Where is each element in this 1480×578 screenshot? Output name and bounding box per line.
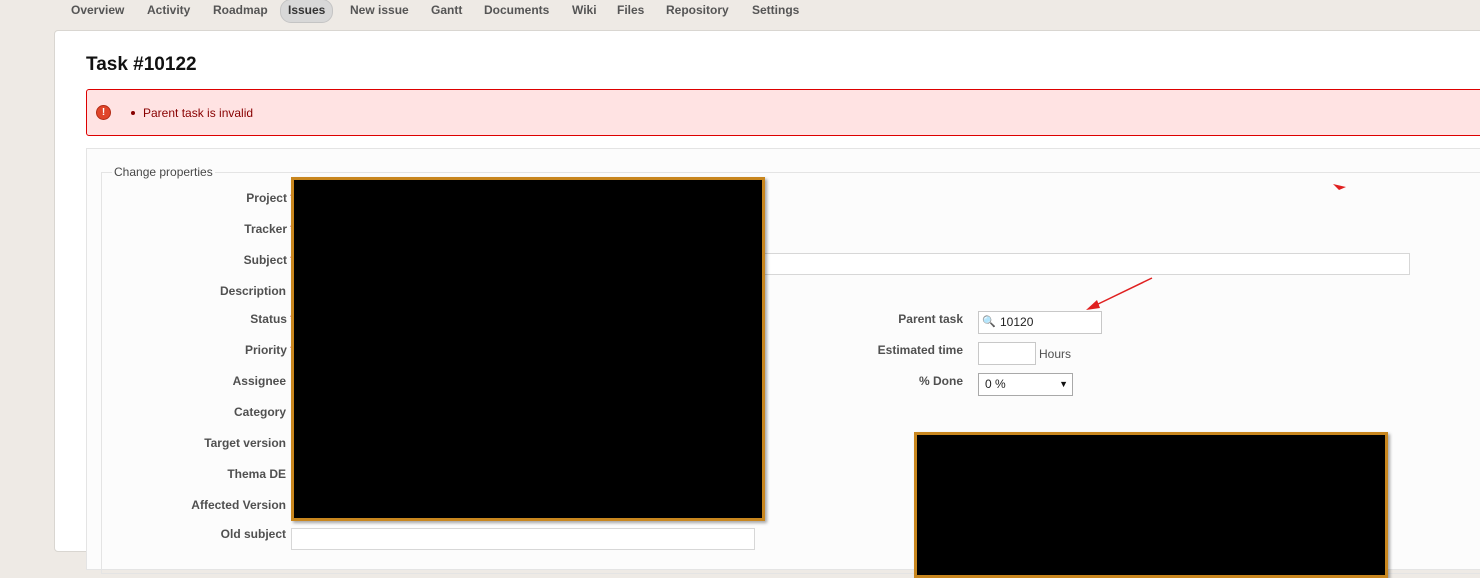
annotation-arrows: [1086, 184, 1346, 310]
annotation-arrow-tip: [1333, 184, 1346, 190]
annotation-arrow-line: [1093, 277, 1153, 307]
annotation-arrow-head: [1086, 300, 1100, 310]
